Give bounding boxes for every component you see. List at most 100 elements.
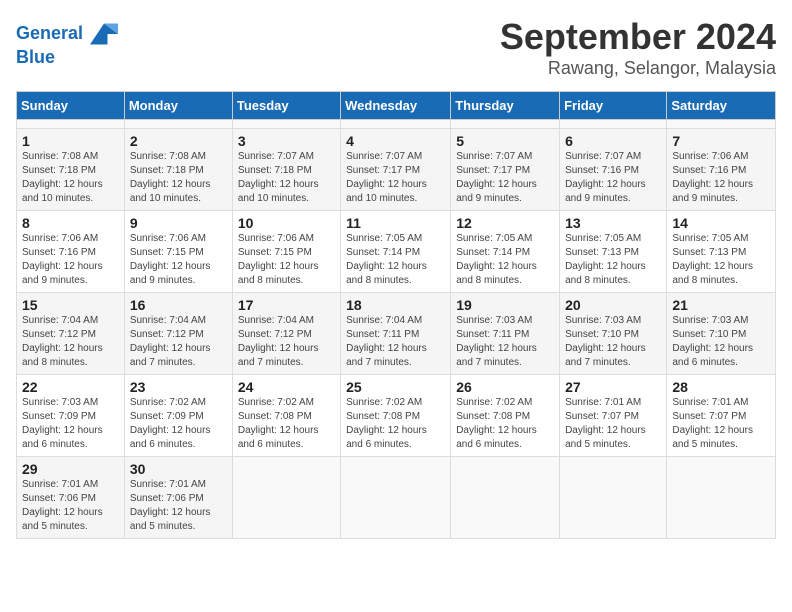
calendar-cell (232, 457, 340, 539)
day-info: Sunrise: 7:07 AM Sunset: 7:18 PM Dayligh… (238, 150, 335, 206)
day-info: Sunrise: 7:07 AM Sunset: 7:17 PM Dayligh… (346, 150, 445, 206)
col-header-wednesday: Wednesday (341, 92, 451, 120)
col-header-tuesday: Tuesday (232, 92, 340, 120)
calendar-cell (667, 457, 776, 539)
calendar-cell: 23Sunrise: 7:02 AM Sunset: 7:09 PM Dayli… (124, 375, 232, 457)
calendar-cell: 27Sunrise: 7:01 AM Sunset: 7:07 PM Dayli… (560, 375, 667, 457)
calendar-cell: 29Sunrise: 7:01 AM Sunset: 7:06 PM Dayli… (17, 457, 125, 539)
col-header-sunday: Sunday (17, 92, 125, 120)
day-info: Sunrise: 7:05 AM Sunset: 7:13 PM Dayligh… (565, 232, 661, 288)
calendar-cell (560, 120, 667, 129)
day-info: Sunrise: 7:02 AM Sunset: 7:09 PM Dayligh… (130, 396, 227, 452)
col-header-saturday: Saturday (667, 92, 776, 120)
day-info: Sunrise: 7:03 AM Sunset: 7:10 PM Dayligh… (565, 314, 661, 370)
day-number: 12 (456, 215, 554, 231)
day-info: Sunrise: 7:01 AM Sunset: 7:07 PM Dayligh… (672, 396, 770, 452)
calendar-cell: 11Sunrise: 7:05 AM Sunset: 7:14 PM Dayli… (341, 211, 451, 293)
calendar-cell: 21Sunrise: 7:03 AM Sunset: 7:10 PM Dayli… (667, 293, 776, 375)
day-info: Sunrise: 7:06 AM Sunset: 7:16 PM Dayligh… (672, 150, 770, 206)
calendar-cell: 4Sunrise: 7:07 AM Sunset: 7:17 PM Daylig… (341, 129, 451, 211)
day-info: Sunrise: 7:04 AM Sunset: 7:12 PM Dayligh… (238, 314, 335, 370)
day-info: Sunrise: 7:06 AM Sunset: 7:15 PM Dayligh… (238, 232, 335, 288)
calendar-cell (451, 457, 560, 539)
calendar-cell: 28Sunrise: 7:01 AM Sunset: 7:07 PM Dayli… (667, 375, 776, 457)
calendar-week-5: 29 Sunrise: 7:01 AM Sunset: 7:06 PM Dayli… (17, 457, 776, 539)
calendar-cell (124, 120, 232, 129)
calendar-cell: 22Sunrise: 7:03 AM Sunset: 7:09 PM Dayli… (17, 375, 125, 457)
day-number: 17 (238, 297, 335, 313)
calendar-cell: 5Sunrise: 7:07 AM Sunset: 7:17 PM Daylig… (451, 129, 560, 211)
day-number: 2 (130, 133, 227, 149)
calendar-cell (17, 120, 125, 129)
calendar-cell: 24Sunrise: 7:02 AM Sunset: 7:08 PM Dayli… (232, 375, 340, 457)
calendar-cell (560, 457, 667, 539)
day-number: 19 (456, 297, 554, 313)
calendar-cell: 19Sunrise: 7:03 AM Sunset: 7:11 PM Dayli… (451, 293, 560, 375)
day-info: Sunrise: 7:05 AM Sunset: 7:14 PM Dayligh… (456, 232, 554, 288)
location-title: Rawang, Selangor, Malaysia (500, 58, 776, 79)
logo-text: General (16, 20, 118, 48)
day-info: Sunrise: 7:08 AM Sunset: 7:18 PM Dayligh… (22, 150, 119, 206)
header: General Blue September 2024 Rawang, Sela… (16, 16, 776, 79)
day-number: 8 (22, 215, 119, 231)
calendar-cell: 8Sunrise: 7:06 AM Sunset: 7:16 PM Daylig… (17, 211, 125, 293)
day-info: Sunrise: 7:07 AM Sunset: 7:17 PM Dayligh… (456, 150, 554, 206)
calendar-cell: 16Sunrise: 7:04 AM Sunset: 7:12 PM Dayli… (124, 293, 232, 375)
day-info: Sunrise: 7:08 AM Sunset: 7:18 PM Dayligh… (130, 150, 227, 206)
day-info: Sunrise: 7:03 AM Sunset: 7:09 PM Dayligh… (22, 396, 119, 452)
calendar-cell: 7Sunrise: 7:06 AM Sunset: 7:16 PM Daylig… (667, 129, 776, 211)
day-number: 18 (346, 297, 445, 313)
calendar-cell: 3Sunrise: 7:07 AM Sunset: 7:18 PM Daylig… (232, 129, 340, 211)
day-number: 28 (672, 379, 770, 395)
calendar-week-3: 15Sunrise: 7:04 AM Sunset: 7:12 PM Dayli… (17, 293, 776, 375)
calendar-cell: 18Sunrise: 7:04 AM Sunset: 7:11 PM Dayli… (341, 293, 451, 375)
calendar-week-2: 8Sunrise: 7:06 AM Sunset: 7:16 PM Daylig… (17, 211, 776, 293)
day-number: 10 (238, 215, 335, 231)
title-area: September 2024 Rawang, Selangor, Malaysi… (500, 16, 776, 79)
calendar-week-1: 1Sunrise: 7:08 AM Sunset: 7:18 PM Daylig… (17, 129, 776, 211)
day-number: 14 (672, 215, 770, 231)
day-info: Sunrise: 7:06 AM Sunset: 7:15 PM Dayligh… (130, 232, 227, 288)
calendar-week-0 (17, 120, 776, 129)
logo: General Blue (16, 20, 118, 68)
calendar-table: SundayMondayTuesdayWednesdayThursdayFrid… (16, 91, 776, 539)
calendar-cell: 9Sunrise: 7:06 AM Sunset: 7:15 PM Daylig… (124, 211, 232, 293)
calendar-cell: 15Sunrise: 7:04 AM Sunset: 7:12 PM Dayli… (17, 293, 125, 375)
day-number: 26 (456, 379, 554, 395)
col-header-monday: Monday (124, 92, 232, 120)
calendar-cell: 26Sunrise: 7:02 AM Sunset: 7:08 PM Dayli… (451, 375, 560, 457)
calendar-header-row: SundayMondayTuesdayWednesdayThursdayFrid… (17, 92, 776, 120)
day-info: Sunrise: 7:03 AM Sunset: 7:11 PM Dayligh… (456, 314, 554, 370)
day-number: 20 (565, 297, 661, 313)
day-number: 25 (346, 379, 445, 395)
day-info: Sunrise: 7:01 AM Sunset: 7:07 PM Dayligh… (565, 396, 661, 452)
day-info: Sunrise: 7:02 AM Sunset: 7:08 PM Dayligh… (346, 396, 445, 452)
day-number: 9 (130, 215, 227, 231)
day-number: 15 (22, 297, 119, 313)
calendar-cell: 10Sunrise: 7:06 AM Sunset: 7:15 PM Dayli… (232, 211, 340, 293)
day-number: 4 (346, 133, 445, 149)
day-number: 16 (130, 297, 227, 313)
calendar-cell: 6Sunrise: 7:07 AM Sunset: 7:16 PM Daylig… (560, 129, 667, 211)
day-number: 30 (130, 461, 227, 477)
calendar-cell: 1Sunrise: 7:08 AM Sunset: 7:18 PM Daylig… (17, 129, 125, 211)
calendar-cell: 14Sunrise: 7:05 AM Sunset: 7:13 PM Dayli… (667, 211, 776, 293)
calendar-cell: 25Sunrise: 7:02 AM Sunset: 7:08 PM Dayli… (341, 375, 451, 457)
calendar-cell: 20Sunrise: 7:03 AM Sunset: 7:10 PM Dayli… (560, 293, 667, 375)
day-info: Sunrise: 7:02 AM Sunset: 7:08 PM Dayligh… (238, 396, 335, 452)
logo-blue: Blue (16, 48, 118, 68)
day-number: 6 (565, 133, 661, 149)
month-title: September 2024 (500, 16, 776, 58)
day-number: 27 (565, 379, 661, 395)
day-info: Sunrise: 7:01 AM Sunset: 7:06 PM Dayligh… (130, 478, 227, 534)
day-info: Sunrise: 7:04 AM Sunset: 7:12 PM Dayligh… (22, 314, 119, 370)
day-number: 3 (238, 133, 335, 149)
calendar-cell: 13Sunrise: 7:05 AM Sunset: 7:13 PM Dayli… (560, 211, 667, 293)
col-header-friday: Friday (560, 92, 667, 120)
day-number: 22 (22, 379, 119, 395)
day-number: 7 (672, 133, 770, 149)
calendar-cell (232, 120, 340, 129)
calendar-cell: 17Sunrise: 7:04 AM Sunset: 7:12 PM Dayli… (232, 293, 340, 375)
day-number: 29 (22, 461, 119, 477)
day-number: 1 (22, 133, 119, 149)
